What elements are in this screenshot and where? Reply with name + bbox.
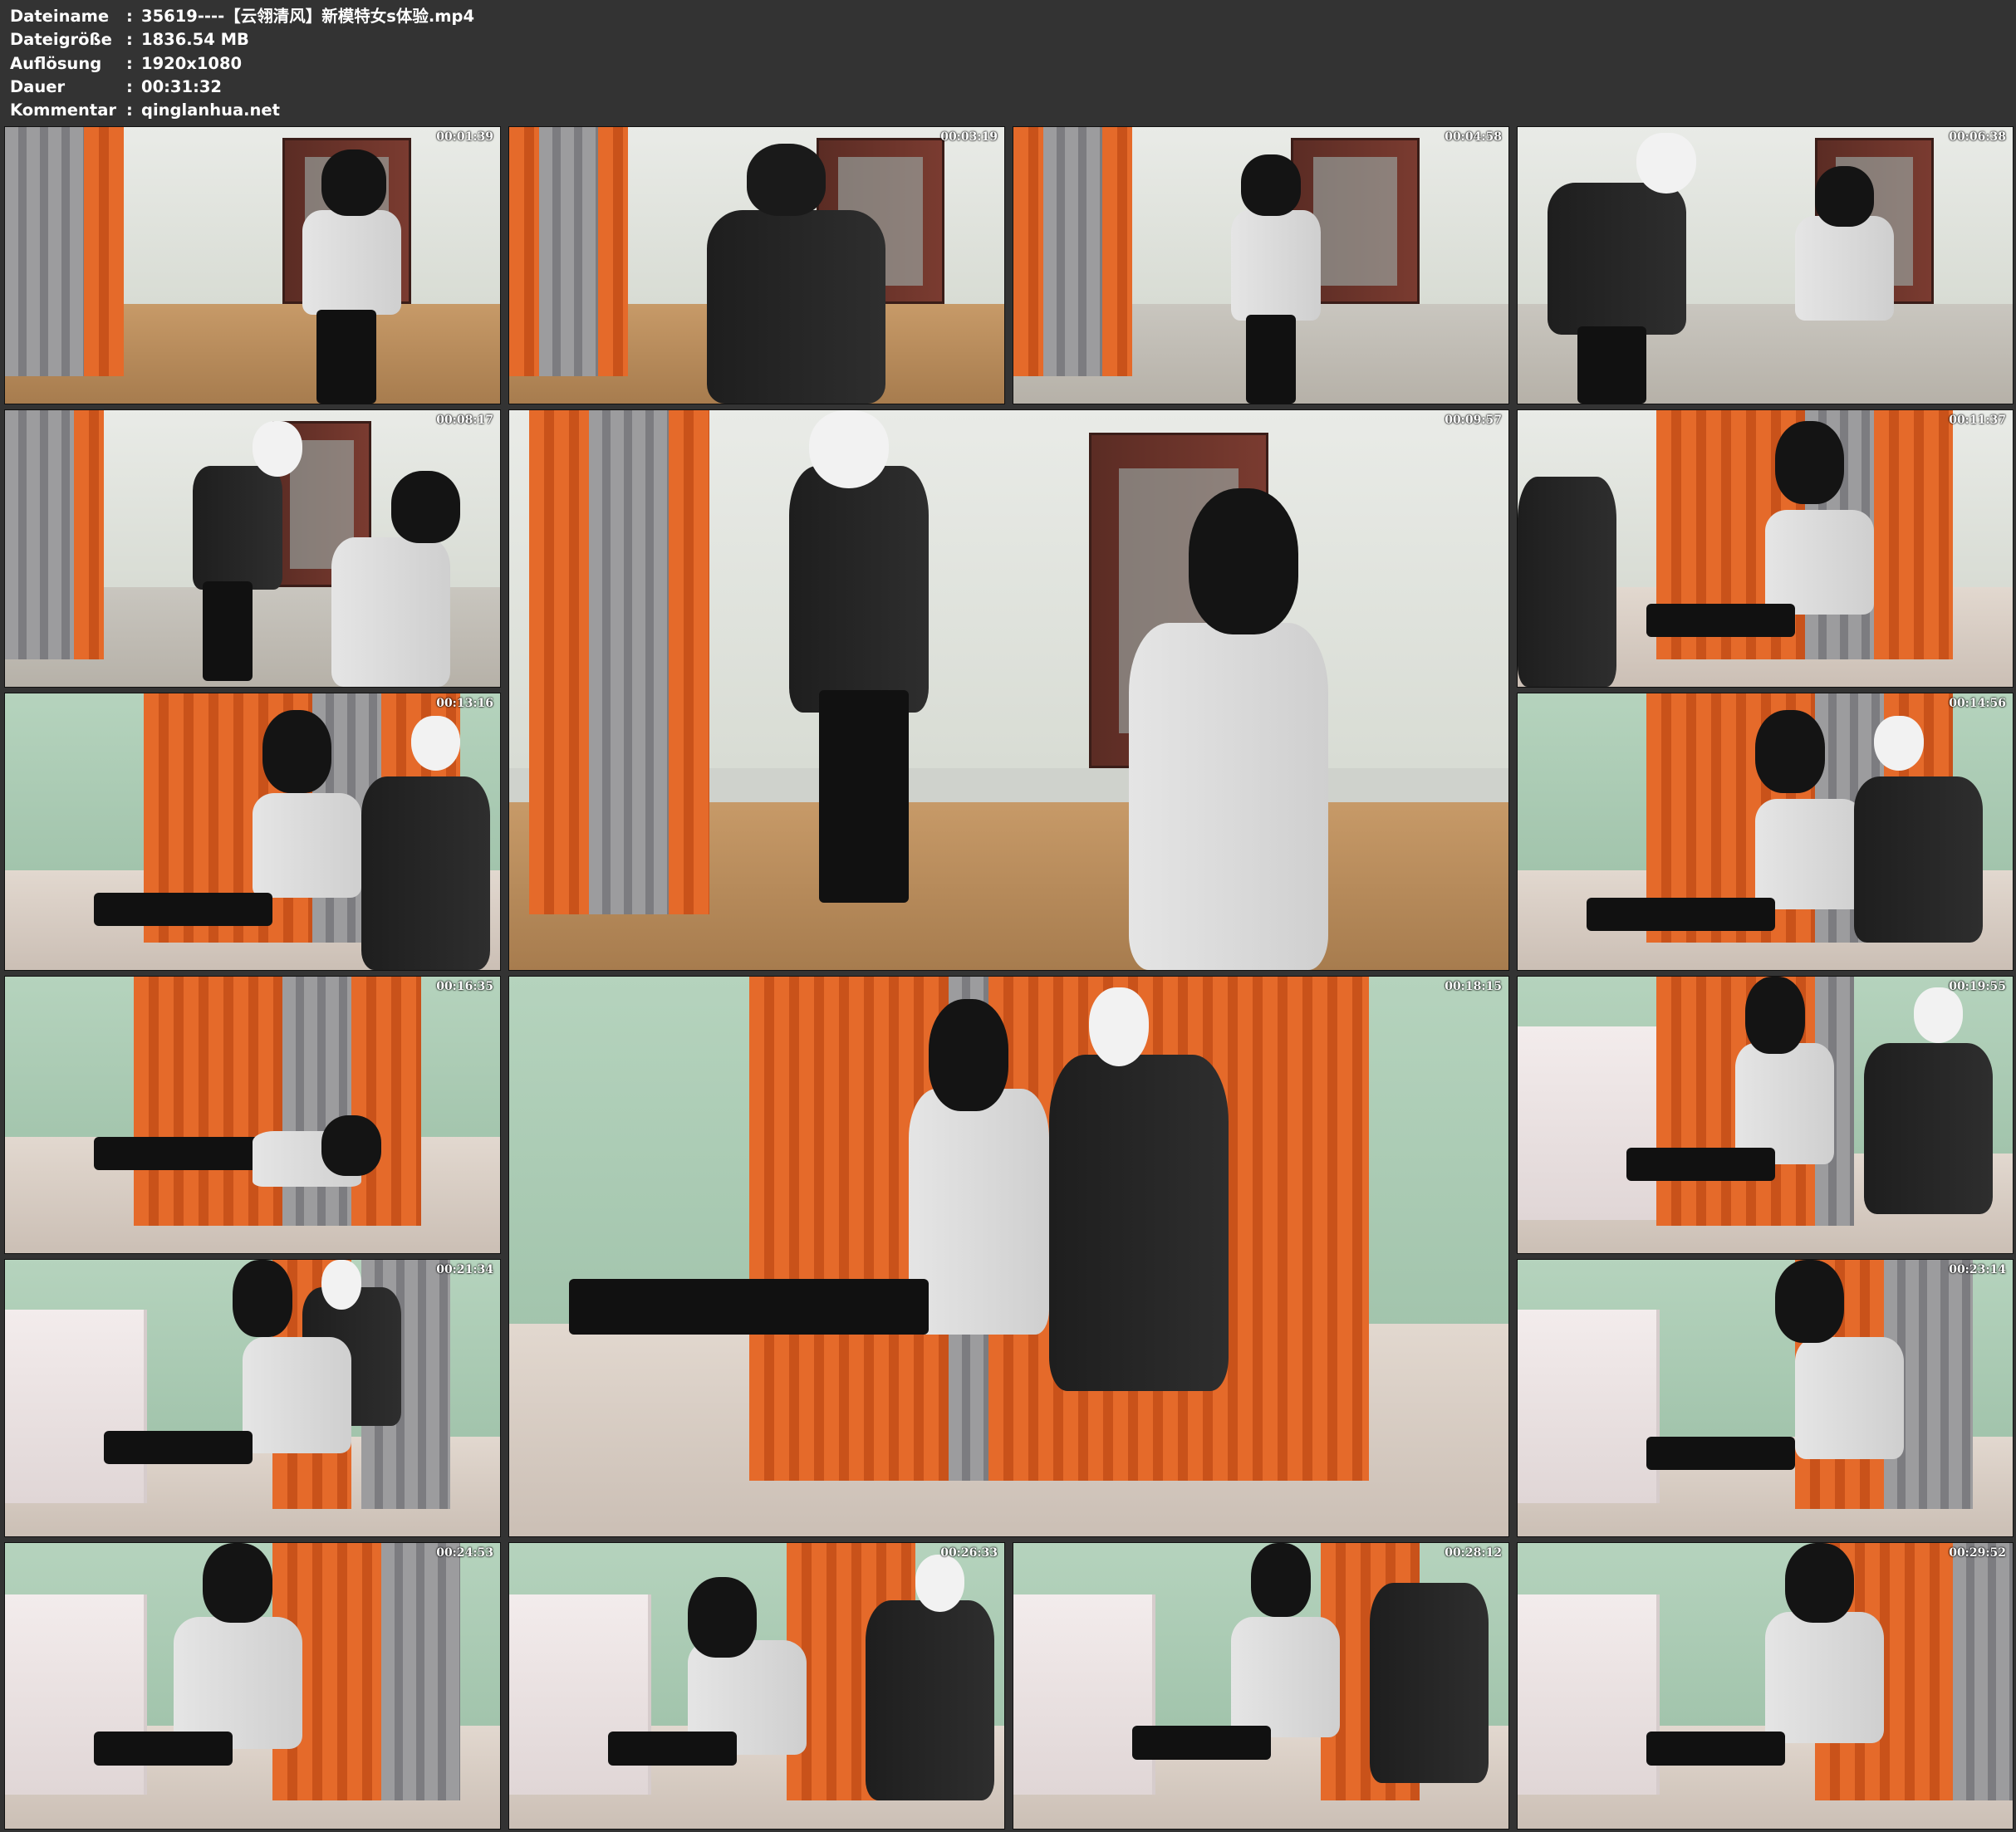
thumbnail[interactable]: 00:16:35 <box>4 976 501 1254</box>
thumbnail-timestamp: 00:23:14 <box>1949 1263 2006 1276</box>
thumbnail-timestamp: 00:24:53 <box>436 1546 493 1560</box>
thumbnail-timestamp: 00:11:37 <box>1949 414 2006 427</box>
thumbnail[interactable]: 00:29:52 <box>1517 1542 2014 1830</box>
info-row-duration: Dauer : 00:31:32 <box>10 76 474 99</box>
thumbnail[interactable]: 00:06:38 <box>1517 126 2014 404</box>
info-separator: : <box>126 53 133 73</box>
info-label: Dateigröße <box>10 30 112 50</box>
thumbnail-timestamp: 00:13:16 <box>436 697 493 710</box>
file-info-header: Dateiname : 35619----【云翎清风】新模特女s体验.mp4 D… <box>10 5 474 122</box>
info-separator: : <box>126 76 133 96</box>
info-row-filename: Dateiname : 35619----【云翎清风】新模特女s体验.mp4 <box>10 5 474 28</box>
thumbnail-timestamp: 00:14:56 <box>1949 697 2006 710</box>
thumbnail[interactable]: 00:04:58 <box>1013 126 1509 404</box>
thumbnail-timestamp: 00:06:38 <box>1949 130 2006 144</box>
thumbnail-timestamp: 00:28:12 <box>1445 1546 1502 1560</box>
thumbnail[interactable]: 00:08:17 <box>4 409 501 688</box>
thumbnail-timestamp: 00:18:15 <box>1445 980 1502 993</box>
thumbnail[interactable]: 00:11:37 <box>1517 409 2014 688</box>
thumbnail-timestamp: 00:16:35 <box>436 980 493 993</box>
thumbnail-timestamp: 00:21:34 <box>436 1263 493 1276</box>
thumbnail[interactable]: 00:01:39 <box>4 126 501 404</box>
info-row-filesize: Dateigröße : 1836.54 MB <box>10 28 474 51</box>
thumbnail-grid: 00:01:39 00:03:19 00:04:58 00:06:38 00:0… <box>4 126 2014 1830</box>
thumbnail[interactable]: 00:03:19 <box>508 126 1005 404</box>
thumbnail-timestamp: 00:03:19 <box>940 130 998 144</box>
info-label: Auflösung <box>10 53 102 73</box>
thumbnail[interactable]: 00:21:34 <box>4 1259 501 1537</box>
thumbnail-featured[interactable]: 00:18:15 <box>508 976 1509 1537</box>
thumbnail[interactable]: 00:28:12 <box>1013 1542 1509 1830</box>
info-separator: : <box>126 30 133 50</box>
info-value: qinglanhua.net <box>141 100 280 120</box>
info-row-comment: Kommentar : qinglanhua.net <box>10 99 474 122</box>
info-label: Kommentar <box>10 100 117 120</box>
info-value: 1836.54 MB <box>141 30 249 50</box>
info-value: 1920x1080 <box>141 53 243 73</box>
thumbnail-timestamp: 00:04:58 <box>1445 130 1502 144</box>
thumbnail[interactable]: 00:19:55 <box>1517 976 2014 1254</box>
info-label: Dateiname <box>10 7 110 26</box>
info-row-resolution: Auflösung : 1920x1080 <box>10 52 474 76</box>
thumbnail-timestamp: 00:08:17 <box>436 414 493 427</box>
thumbnail[interactable]: 00:13:16 <box>4 693 501 971</box>
thumbnail-timestamp: 00:19:55 <box>1949 980 2006 993</box>
info-value: 00:31:32 <box>141 76 223 96</box>
thumbnail-featured[interactable]: 00:09:57 <box>508 409 1509 971</box>
thumbnail[interactable]: 00:23:14 <box>1517 1259 2014 1537</box>
thumbnail-timestamp: 00:26:33 <box>940 1546 998 1560</box>
thumbnail[interactable]: 00:24:53 <box>4 1542 501 1830</box>
thumbnail-timestamp: 00:01:39 <box>436 130 493 144</box>
info-value: 35619----【云翎清风】新模特女s体验.mp4 <box>141 7 475 26</box>
thumbnail-timestamp: 00:29:52 <box>1949 1546 2006 1560</box>
info-separator: : <box>126 100 133 120</box>
thumbnail-timestamp: 00:09:57 <box>1445 414 1502 427</box>
thumbnail[interactable]: 00:26:33 <box>508 1542 1005 1830</box>
info-label: Dauer <box>10 76 66 96</box>
thumbnail[interactable]: 00:14:56 <box>1517 693 2014 971</box>
info-separator: : <box>126 7 133 26</box>
